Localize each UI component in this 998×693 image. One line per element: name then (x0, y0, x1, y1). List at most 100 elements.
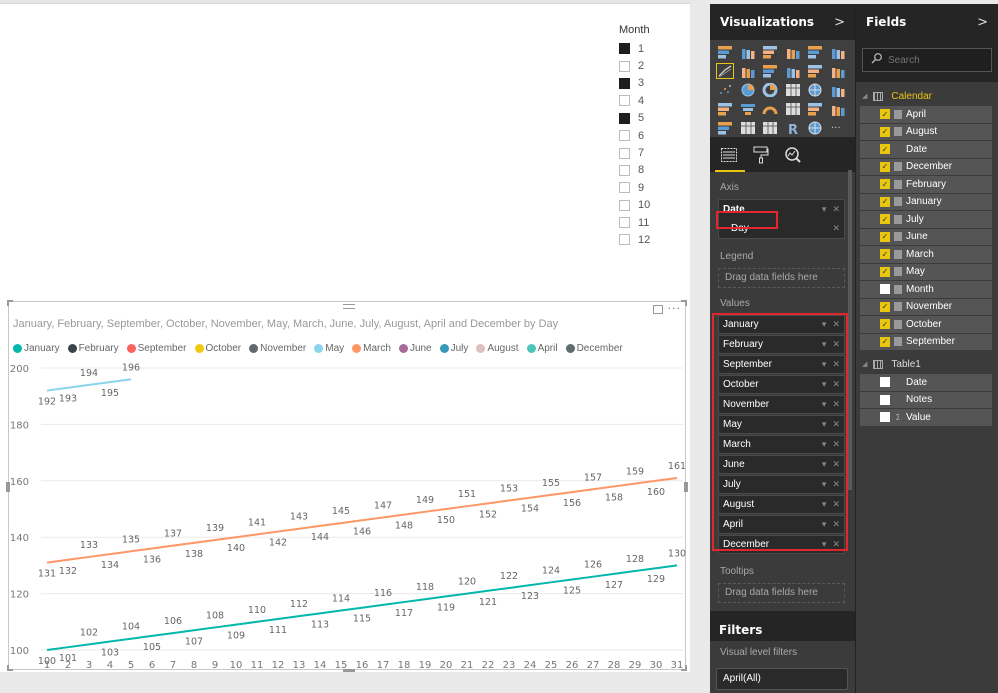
slicer-item-7[interactable]: 7 (614, 144, 684, 161)
slicer-checkbox[interactable] (619, 77, 630, 89)
r-script-icon[interactable]: R (784, 120, 802, 136)
line-clustered-column-icon[interactable] (784, 63, 802, 79)
slicer-item-10[interactable]: 10 (614, 197, 684, 214)
slicer-checkbox[interactable] (619, 43, 630, 55)
legend-drop-zone[interactable]: Drag data fields here (718, 268, 845, 288)
field-checkbox[interactable]: ✓ (880, 231, 890, 242)
field-calendar-month[interactable]: Month (860, 281, 992, 298)
field-checkbox[interactable]: ✓ (880, 161, 890, 172)
line-stacked-column-icon[interactable] (806, 63, 824, 79)
analytics-magnifier-icon[interactable] (784, 146, 802, 164)
expand-triangle-icon[interactable]: ◢ (862, 92, 867, 100)
slicer-checkbox[interactable] (619, 95, 630, 107)
slicer-checkbox[interactable] (619, 112, 630, 124)
field-checkbox[interactable]: ✓ (880, 144, 890, 155)
more-icon[interactable]: ··· (829, 120, 847, 136)
kpi-icon[interactable] (829, 101, 847, 117)
stacked-area-icon[interactable] (761, 63, 779, 79)
field-checkbox[interactable]: ✓ (880, 301, 890, 312)
slicer-item-12[interactable]: 12 (614, 231, 684, 248)
treemap-icon[interactable] (784, 82, 802, 98)
slicer-item-9[interactable]: 9 (614, 179, 684, 196)
dropdown-arrow-icon[interactable]: ▾ (822, 204, 827, 215)
slicer-item-4[interactable]: 4 (614, 92, 684, 109)
field-calendar-october[interactable]: ✓ October (860, 316, 992, 333)
matrix-icon[interactable] (761, 120, 779, 136)
slicer-checkbox[interactable] (619, 130, 630, 142)
slicer-checkbox[interactable] (619, 147, 630, 159)
slicer-item-1[interactable]: 1 (614, 40, 684, 57)
donut-chart-icon[interactable] (761, 82, 779, 98)
field-calendar-september[interactable]: ✓ September (860, 333, 992, 350)
100-stacked-bar-icon[interactable] (806, 44, 824, 60)
clustered-bar-icon[interactable] (761, 44, 779, 60)
field-checkbox[interactable]: ✓ (880, 109, 890, 120)
slicer-checkbox[interactable] (619, 164, 630, 176)
field-calendar-december[interactable]: ✓ December (860, 158, 992, 175)
field-calendar-january[interactable]: ✓ January (860, 193, 992, 210)
filled-map-icon[interactable] (829, 82, 847, 98)
slicer-icon[interactable] (716, 120, 734, 136)
slicer-checkbox[interactable] (619, 217, 630, 229)
filter-april[interactable]: April(All) (716, 668, 848, 690)
field-checkbox[interactable]: ✓ (880, 266, 890, 277)
table-icon[interactable] (739, 120, 757, 136)
stacked-bar-icon[interactable] (716, 44, 734, 60)
line-chart-icon[interactable] (716, 63, 734, 79)
field-checkbox[interactable]: ✓ (880, 336, 890, 347)
slicer-item-11[interactable]: 11 (614, 214, 684, 231)
field-table1-value[interactable]: Σ Value (860, 409, 992, 426)
globe-icon[interactable] (806, 120, 824, 136)
field-calendar-may[interactable]: ✓ May (860, 263, 992, 280)
field-calendar-march[interactable]: ✓ March (860, 246, 992, 263)
stacked-column-icon[interactable] (739, 44, 757, 60)
table-calendar[interactable]: ◢ Calendar (856, 86, 998, 106)
slicer-checkbox[interactable] (619, 182, 630, 194)
fields-tab-icon[interactable] (720, 146, 738, 164)
slicer-item-6[interactable]: 6 (614, 127, 684, 144)
scatter-chart-icon[interactable] (716, 82, 734, 98)
field-checkbox[interactable] (880, 284, 890, 295)
field-checkbox[interactable]: ✓ (880, 126, 890, 137)
field-calendar-august[interactable]: ✓ August (860, 123, 992, 140)
remove-field-icon[interactable]: ✕ (832, 223, 840, 234)
slicer-checkbox[interactable] (619, 199, 630, 211)
field-checkbox[interactable]: ✓ (880, 214, 890, 225)
month-slicer[interactable]: Month 1 2 3 4 5 6 7 8 9 10 11 12 (614, 24, 684, 249)
format-paint-roller-icon[interactable] (752, 146, 770, 164)
card-icon[interactable] (784, 101, 802, 117)
field-calendar-june[interactable]: ✓ June (860, 228, 992, 245)
area-chart-icon[interactable] (739, 63, 757, 79)
search-field[interactable] (862, 48, 992, 72)
field-checkbox[interactable]: ✓ (880, 196, 890, 207)
remove-field-icon[interactable]: ✕ (832, 204, 840, 215)
pie-chart-icon[interactable] (739, 82, 757, 98)
map-icon[interactable] (806, 82, 824, 98)
collapse-chevron-icon[interactable]: > (834, 15, 845, 30)
slicer-item-5[interactable]: 5 (614, 110, 684, 127)
field-checkbox[interactable] (880, 394, 890, 405)
field-calendar-april[interactable]: ✓ April (860, 106, 992, 123)
slicer-checkbox[interactable] (619, 234, 630, 246)
field-calendar-july[interactable]: ✓ July (860, 211, 992, 228)
multi-row-card-icon[interactable] (806, 101, 824, 117)
visualizations-scrollbar[interactable] (848, 170, 852, 490)
shape-map-icon[interactable] (716, 101, 734, 117)
slicer-item-8[interactable]: 8 (614, 162, 684, 179)
slicer-item-3[interactable]: 3 (614, 75, 684, 92)
tooltips-drop-zone[interactable]: Drag data fields here (718, 583, 845, 603)
line-chart-visual[interactable]: ··· January, February, September, Octobe… (6, 300, 688, 672)
field-checkbox[interactable] (880, 377, 890, 388)
collapse-chevron-icon[interactable]: > (977, 15, 988, 30)
field-checkbox[interactable]: ✓ (880, 249, 890, 260)
slicer-checkbox[interactable] (619, 60, 630, 72)
field-checkbox[interactable]: ✓ (880, 319, 890, 330)
field-checkbox[interactable]: ✓ (880, 179, 890, 190)
search-input[interactable] (888, 54, 978, 66)
field-table1-date[interactable]: Date (860, 374, 992, 391)
field-calendar-date[interactable]: ✓ Date (860, 141, 992, 158)
field-calendar-november[interactable]: ✓ November (860, 298, 992, 315)
clustered-column-icon[interactable] (784, 44, 802, 60)
100-stacked-column-icon[interactable] (829, 44, 847, 60)
expand-triangle-icon[interactable]: ◢ (862, 360, 867, 368)
